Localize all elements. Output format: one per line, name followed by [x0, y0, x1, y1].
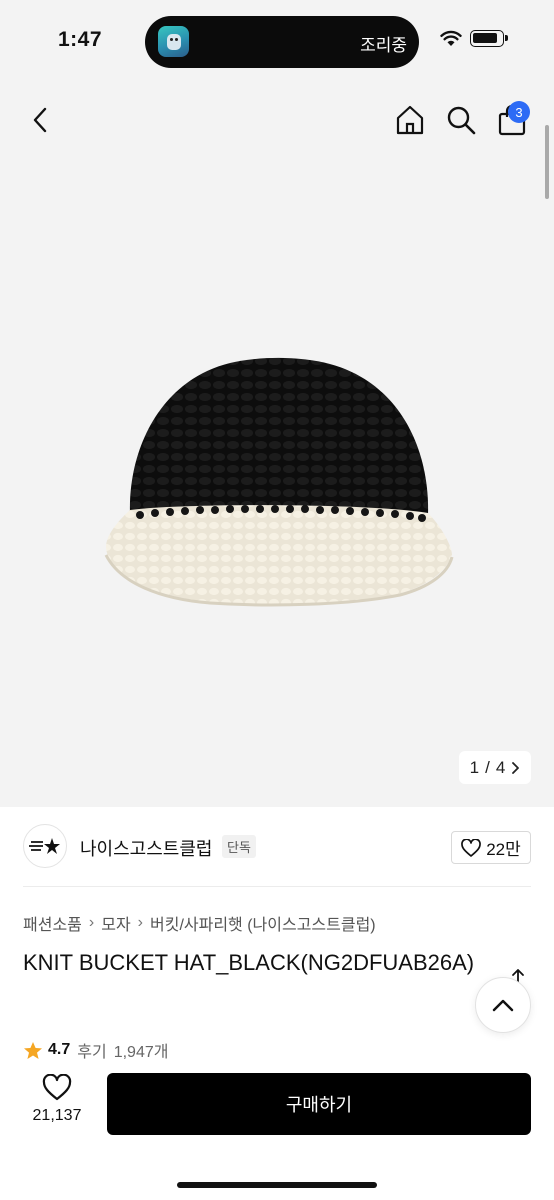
wishlist-count: 21,137: [32, 1107, 82, 1124]
image-total: 4: [495, 757, 506, 777]
brand-logo[interactable]: [23, 824, 67, 868]
search-icon: [447, 106, 476, 135]
brand-like-button[interactable]: 22만: [451, 831, 531, 864]
dynamic-island[interactable]: 조리중: [145, 16, 419, 68]
exclusive-tag: 단독: [222, 835, 256, 858]
image-counter[interactable]: 1 / 4: [459, 751, 531, 784]
rating-row[interactable]: 4.7 후기 1,947개: [23, 1038, 168, 1062]
divider: [23, 886, 531, 887]
brand-logo-mark: [29, 838, 60, 854]
breadcrumb-item[interactable]: 버킷/사파리햇 (나이스고스트클럽): [150, 911, 376, 935]
back-button[interactable]: [24, 102, 56, 138]
wifi-icon: [440, 30, 462, 46]
product-image: [104, 357, 454, 607]
chevron-right-icon: [512, 761, 520, 774]
chevron-right-icon: ›: [137, 914, 143, 931]
image-separator: /: [485, 757, 490, 777]
chevron-left-icon: [33, 107, 47, 133]
star-icon: [24, 1041, 42, 1059]
search-button[interactable]: [443, 102, 479, 138]
brand-row: 나이스고스트클럽 단독 22만: [0, 807, 554, 887]
status-icons: [440, 30, 508, 47]
chevron-up-icon: [492, 999, 514, 1012]
status-bar: 1:47 조리중: [0, 0, 554, 80]
bottom-action-bar: 21,137 구매하기: [0, 1060, 554, 1200]
home-indicator[interactable]: [177, 1182, 377, 1188]
product-title: KNIT BUCKET HAT_BLACK(NG2DFUAB26A): [23, 950, 475, 975]
scroll-to-top-button[interactable]: [475, 977, 531, 1033]
review-label: 후기: [77, 1044, 107, 1061]
breadcrumb: 패션소품 › 모자 › 버킷/사파리햇 (나이스고스트클럽): [23, 911, 376, 935]
wishlist-button[interactable]: 21,137: [22, 1074, 92, 1134]
status-time: 1:47: [58, 28, 103, 51]
brand-name[interactable]: 나이스고스트클럽: [80, 835, 212, 861]
breadcrumb-item[interactable]: 패션소품: [23, 911, 82, 935]
review-count: 1,947개: [113, 1044, 169, 1061]
image-current: 1: [469, 757, 480, 777]
heart-icon: [461, 838, 482, 857]
breadcrumb-item[interactable]: 모자: [101, 911, 130, 935]
brand-like-count: 22만: [486, 840, 521, 859]
home-button[interactable]: [392, 102, 428, 138]
chevron-right-icon: ›: [88, 914, 95, 931]
activity-label: 조리중: [360, 36, 407, 55]
cart-count-badge: 3: [508, 101, 530, 123]
heart-icon: [42, 1074, 72, 1101]
buy-button[interactable]: 구매하기: [107, 1073, 531, 1135]
rating-score: 4.7: [48, 1041, 71, 1058]
battery-icon: [470, 30, 508, 47]
app-icon: [158, 26, 189, 57]
scroll-indicator: [545, 125, 549, 199]
home-icon: [396, 105, 424, 135]
